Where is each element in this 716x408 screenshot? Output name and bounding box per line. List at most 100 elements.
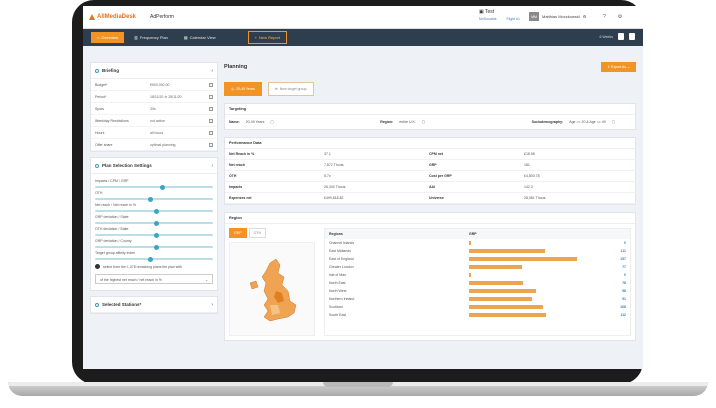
home-icon: ⌂ <box>97 35 100 40</box>
edit-icon[interactable] <box>209 82 213 87</box>
field-label: Sociodemography: <box>531 120 564 124</box>
chevron-right-icon[interactable]: › <box>211 68 213 74</box>
weight-slider[interactable] <box>95 232 213 238</box>
grp-value: 0 <box>624 241 626 245</box>
grp-value: 112 <box>620 313 626 317</box>
metric-label: CPM net <box>425 149 520 160</box>
tab-new-target-group[interactable]: ⊕ New target group <box>267 82 314 96</box>
slider-thumb[interactable] <box>154 208 159 214</box>
chevron-right-icon[interactable]: › <box>211 163 213 169</box>
tab-calendar-view[interactable]: ▦ Calendar View <box>178 32 222 43</box>
selected-stations-header[interactable]: Selected Stations* › <box>91 297 217 313</box>
grp-value: 77 <box>622 265 626 269</box>
help-icon[interactable]: ? <box>603 14 606 20</box>
grp-bar-cell <box>469 257 579 261</box>
lock-icon[interactable] <box>629 33 635 40</box>
briefing-row[interactable]: Hours all hours <box>91 127 217 139</box>
table-row[interactable]: Isle of Man 0 <box>325 271 630 279</box>
chevron-down-icon: ⌄ <box>205 278 208 282</box>
map-tab-grp[interactable]: GRP <box>229 228 247 238</box>
edit-icon[interactable] <box>209 118 213 123</box>
grp-value: 108 <box>620 305 626 309</box>
briefing-header[interactable]: Briefing › <box>91 63 217 79</box>
table-row[interactable]: Channel Islands 0 <box>325 239 630 247</box>
field-label: Name: <box>229 120 240 124</box>
table-row[interactable]: East Midlands 111 <box>325 247 630 255</box>
slider-label: OTH <box>95 191 103 195</box>
table-row[interactable]: North East 78 <box>325 279 630 287</box>
uk-map[interactable] <box>229 242 315 336</box>
tab-overview[interactable]: ⌂ Overview <box>91 32 125 43</box>
slider-thumb[interactable] <box>159 184 165 190</box>
tab-label: New target group <box>279 87 307 91</box>
briefing-row[interactable]: Weekday Restrictions not active <box>91 115 217 127</box>
briefing-row[interactable]: Offer share optimal planning <box>91 139 217 151</box>
plan-settings-header[interactable]: Plan Selection Settings › <box>91 158 217 174</box>
target-icon: ◎ <box>231 87 235 91</box>
save-icon[interactable] <box>618 33 624 40</box>
metric-label: Universe <box>425 193 520 204</box>
user-menu[interactable]: MM Matthias Moczkowski ⚙ <box>529 12 586 21</box>
gear-icon[interactable]: ⚙ <box>618 14 622 20</box>
slider-thumb[interactable] <box>154 232 159 238</box>
weight-slider[interactable] <box>95 208 213 214</box>
table-row[interactable]: East of England 157 <box>325 255 630 263</box>
grp-bar-cell <box>469 297 579 301</box>
weight-slider[interactable] <box>95 256 213 262</box>
edit-icon[interactable] <box>209 130 213 135</box>
briefing-row[interactable]: Budget* €500,000.00 <box>91 79 217 91</box>
edit-icon[interactable] <box>209 106 213 111</box>
performance-table: Net Reach in % 37.1 CPM net £18.98 Net reach… <box>225 149 637 204</box>
chevron-right-icon[interactable]: › <box>211 302 213 308</box>
briefing-row[interactable]: Spots 30s <box>91 103 217 115</box>
user-name: Matthias Moczkowski <box>542 14 580 19</box>
edit-icon[interactable]: ▢ <box>612 120 615 124</box>
briefing-value: €500,000.00 <box>150 82 170 87</box>
weight-slider[interactable] <box>95 184 213 190</box>
slider-thumb[interactable] <box>148 196 154 202</box>
edit-icon[interactable]: ▢ <box>422 120 425 124</box>
weight-slider[interactable] <box>95 244 213 250</box>
app-name: AdPerform <box>150 14 174 20</box>
slider-thumb[interactable] <box>148 256 154 262</box>
new-report-button[interactable]: + New Report <box>247 31 288 44</box>
briefing-label: Weekday Restrictions <box>95 118 129 123</box>
slider-label: Target group affinity index <box>95 251 136 255</box>
table-row[interactable]: Scotland 108 <box>325 303 630 311</box>
plan-criterion-select[interactable]: of the highest net reach / net reach in … <box>95 274 213 284</box>
slider-thumb[interactable] <box>154 244 159 250</box>
slider-label: GRP deviation / County <box>95 239 132 243</box>
weight-slider[interactable] <box>95 196 213 202</box>
edit-icon[interactable] <box>209 142 213 147</box>
grp-bar <box>469 281 523 285</box>
grp-value: 91 <box>622 297 626 301</box>
weight-slider[interactable] <box>95 220 213 226</box>
metric-value: 7,872 Thous. <box>320 160 425 171</box>
edit-icon[interactable] <box>209 94 213 99</box>
settings-gear-icon[interactable]: ⚙ <box>583 14 587 19</box>
tab-frequency-plan[interactable]: ▥ Frequency Plan <box>128 32 174 43</box>
flight-link[interactable]: Flight #1 <box>507 17 520 21</box>
table-row[interactable]: Greater London 77 <box>325 263 630 271</box>
slider-thumb[interactable] <box>154 220 159 226</box>
metric-label: Impacts <box>225 182 320 193</box>
grp-bar <box>469 305 544 309</box>
metric-label: Net reach <box>225 160 320 171</box>
briefing-row[interactable]: Period* 18/11/20 ⊖ 28/11/20 <box>91 91 217 103</box>
table-row[interactable]: North West 98 <box>325 287 630 295</box>
grp-bar <box>469 297 532 301</box>
column-header-grp: GRP <box>469 232 477 236</box>
grp-value: 98 <box>622 289 626 293</box>
grp-bar-cell <box>469 289 579 293</box>
edit-icon[interactable]: ▢ <box>270 120 273 124</box>
tab-target-group-1[interactable]: ◎ 20-49 Years <box>224 82 262 96</box>
brand-logo[interactable]: AllMediaDesk <box>89 14 136 20</box>
table-row[interactable]: South East 112 <box>325 311 630 319</box>
grp-bar <box>469 273 471 277</box>
table-row[interactable]: Northern Ireland 91 <box>325 295 630 303</box>
map-tab-oth[interactable]: OTH <box>248 228 266 238</box>
export-button[interactable]: ⇪ Export As ⌄ <box>601 62 636 72</box>
client-link[interactable]: McDonalds <box>479 17 497 21</box>
grp-bar <box>469 313 546 317</box>
metric-value: 142.3 <box>520 182 637 193</box>
